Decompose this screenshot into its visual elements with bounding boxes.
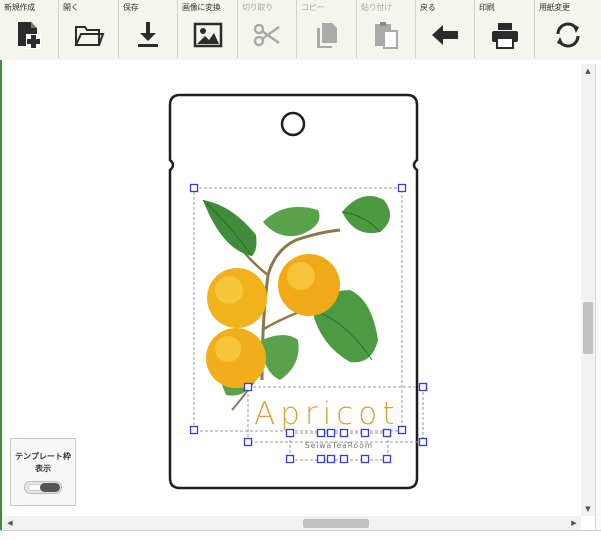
- copy-button[interactable]: コピー: [297, 0, 357, 58]
- scroll-down-arrow[interactable]: ▼: [581, 502, 595, 516]
- convert-to-image-button[interactable]: 画像に変換: [178, 0, 238, 58]
- change-paper-label: 用紙変更: [539, 3, 570, 12]
- refresh-icon: [556, 22, 580, 48]
- save-button[interactable]: 保存: [119, 0, 178, 58]
- save-download-icon: [138, 22, 158, 47]
- scissors-icon: [253, 23, 280, 47]
- template-frame-toggle-panel: テンプレート枠 表示: [10, 438, 76, 506]
- template-frame-label: テンプレート枠: [15, 452, 71, 461]
- copy-label: コピー: [301, 3, 325, 12]
- cut-button[interactable]: 切り取り: [238, 0, 297, 58]
- tea-tag-design: [168, 93, 428, 490]
- printer-icon: [491, 23, 518, 49]
- open-folder-icon: [73, 26, 104, 46]
- horizontal-scroll-thumb[interactable]: [303, 519, 369, 528]
- new-document-label: 新規作成: [4, 3, 35, 12]
- design-subtitle-text[interactable]: SeiwaTeaRoom: [293, 437, 385, 455]
- template-frame-label-show: 表示: [35, 464, 51, 473]
- back-label: 戻る: [420, 3, 436, 12]
- vertical-scrollbar[interactable]: ▲ ▼: [581, 64, 595, 516]
- toolbar: 新規作成 開く 保存 画像に変換 切り取り コピー 貼り付け 戻る 印刷 用紙変…: [0, 0, 601, 61]
- tag-hole: [280, 111, 306, 137]
- paste-button[interactable]: 貼り付け: [357, 0, 416, 58]
- back-button[interactable]: 戻る: [416, 0, 475, 58]
- cut-label: 切り取り: [242, 3, 273, 12]
- scroll-right-arrow[interactable]: ▶: [567, 516, 581, 530]
- toggle-knob: [40, 483, 60, 492]
- convert-to-image-label: 画像に変換: [182, 3, 221, 12]
- design-title-text[interactable]: Apricot: [254, 396, 399, 432]
- paste-icon: [375, 22, 398, 49]
- horizontal-scrollbar[interactable]: ◀ ▶: [3, 516, 581, 530]
- change-paper-button[interactable]: 用紙変更: [535, 0, 601, 58]
- template-frame-toggle[interactable]: [24, 481, 62, 494]
- new-document-icon: [18, 22, 41, 49]
- back-arrow-icon: [432, 25, 458, 45]
- save-label: 保存: [123, 3, 139, 12]
- print-button[interactable]: 印刷: [475, 0, 535, 58]
- scroll-left-arrow[interactable]: ◀: [3, 516, 17, 530]
- new-document-button[interactable]: 新規作成: [0, 0, 59, 58]
- open-button[interactable]: 開く: [59, 0, 119, 58]
- image-icon: [193, 22, 222, 48]
- right-panel-edge: [595, 64, 601, 539]
- design-canvas[interactable]: [3, 64, 581, 516]
- copy-icon: [316, 23, 337, 48]
- open-label: 開く: [63, 3, 79, 12]
- paste-label: 貼り付け: [361, 3, 392, 12]
- vertical-scroll-thumb[interactable]: [583, 302, 593, 354]
- print-label: 印刷: [479, 3, 495, 12]
- scroll-up-arrow[interactable]: ▲: [581, 64, 595, 78]
